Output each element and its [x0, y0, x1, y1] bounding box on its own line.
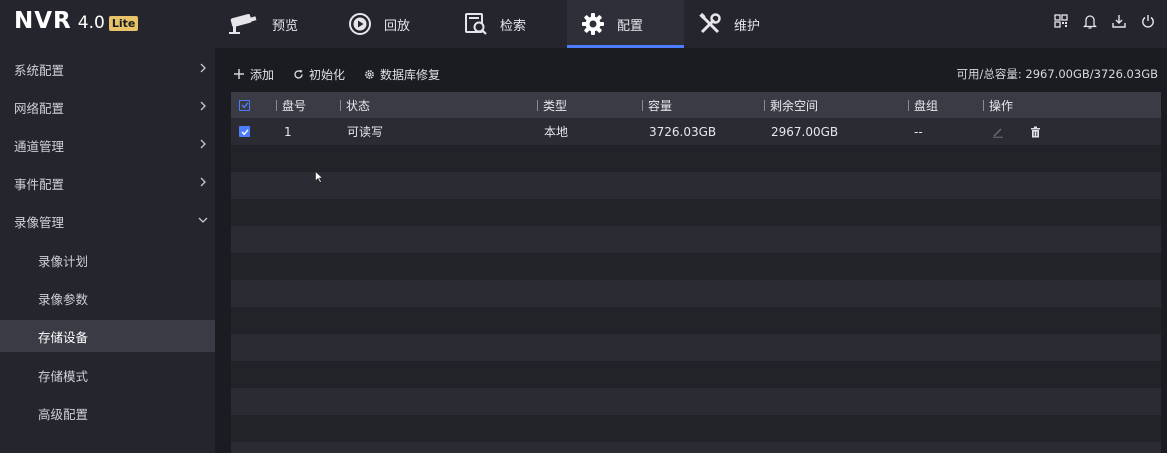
edition-badge: Lite — [108, 16, 139, 31]
table-row-empty — [231, 226, 1161, 253]
select-all-checkbox-cell — [239, 92, 250, 118]
column-header-status: 状态 — [340, 92, 370, 118]
tab-config[interactable]: 配置 — [567, 0, 684, 48]
app-version: 4.0 — [77, 13, 105, 33]
column-header-type: 类型 — [537, 92, 567, 118]
tab-playback[interactable]: 回放 — [336, 0, 452, 48]
sidebar-item-network-config[interactable]: 网络配置 — [0, 91, 215, 123]
tab-label: 检索 — [500, 18, 527, 34]
cell-group: -- — [914, 124, 923, 139]
table-row-empty — [231, 361, 1161, 388]
sidebar-item-label: 事件配置 — [14, 176, 65, 192]
table-row-empty — [231, 280, 1161, 307]
capacity-info: 可用/总容量: 2967.00GB/3726.03GB — [956, 67, 1159, 81]
cell-capacity: 3726.03GB — [649, 124, 717, 139]
select-all-checkbox[interactable] — [239, 99, 250, 111]
table-row-empty — [231, 388, 1161, 415]
tab-maintenance[interactable]: 维护 — [684, 0, 804, 48]
initialize-label: 初始化 — [309, 67, 346, 82]
column-header-free-space: 剩余空间 — [764, 92, 818, 118]
chevron-down-icon — [198, 217, 208, 223]
chevron-right-icon — [200, 101, 206, 111]
sidebar-item-label: 网络配置 — [14, 100, 65, 116]
column-header-group: 盘组 — [908, 92, 938, 118]
search-file-icon — [464, 12, 488, 36]
table-row-empty — [231, 199, 1161, 226]
tab-label: 预览 — [272, 18, 299, 34]
add-label: 添加 — [250, 67, 275, 82]
sidebar-item-recording-schedule[interactable]: 录像计划 — [0, 244, 215, 276]
table-row[interactable]: 1 可读写 本地 3726.03GB 2967.00GB -- — [231, 118, 1161, 145]
row-checkbox-cell — [239, 118, 250, 145]
plus-icon — [233, 68, 245, 80]
tab-label: 配置 — [617, 18, 644, 34]
sidebar-item-label: 录像参数 — [38, 291, 89, 307]
db-repair-label: 数据库修复 — [380, 67, 441, 82]
table-row-empty — [231, 145, 1161, 172]
sidebar-item-label: 存储模式 — [38, 368, 89, 384]
sidebar-item-advanced-config[interactable]: 高级配置 — [0, 397, 215, 429]
column-header-capacity: 容量 — [642, 92, 672, 118]
tab-search[interactable]: 检索 — [452, 0, 567, 48]
sidebar-item-label: 系统配置 — [14, 62, 65, 78]
playback-icon — [348, 12, 372, 36]
tools-icon — [698, 12, 722, 36]
cell-disk-no: 1 — [284, 124, 292, 139]
cog-icon — [363, 68, 375, 80]
sidebar-item-system-config[interactable]: 系统配置 — [0, 53, 215, 85]
table-row-empty — [231, 172, 1161, 199]
edit-icon[interactable] — [992, 118, 1004, 145]
table-row-empty — [231, 415, 1161, 442]
sidebar: 系统配置 网络配置 通道管理 事件配置 录像管理 录像计划 录像参数 存储设备 … — [0, 48, 215, 453]
sidebar-item-label: 通道管理 — [14, 138, 65, 154]
add-button[interactable]: 添加 — [233, 64, 274, 84]
sidebar-item-label: 录像计划 — [38, 253, 89, 269]
cell-status: 可读写 — [347, 125, 384, 139]
active-tab-indicator — [567, 45, 684, 48]
cell-free-space: 2967.00GB — [771, 124, 839, 139]
chevron-right-icon — [200, 177, 206, 187]
column-header-disk-no: 盘号 — [276, 92, 306, 118]
delete-icon[interactable] — [1030, 118, 1041, 145]
camera-icon — [228, 12, 260, 36]
tab-label: 回放 — [384, 18, 411, 34]
tab-preview[interactable]: 预览 — [216, 0, 336, 48]
chevron-right-icon — [200, 63, 206, 73]
refresh-icon — [292, 68, 304, 80]
storage-table: 盘号 状态 类型 容量 剩余空间 盘组 操作 1 可读写 本地 3726.03G… — [231, 92, 1161, 453]
sidebar-item-label: 高级配置 — [38, 406, 89, 422]
db-repair-button[interactable]: 数据库修复 — [363, 64, 440, 84]
table-row-empty — [231, 253, 1161, 280]
table-row-empty — [231, 334, 1161, 361]
bell-icon[interactable] — [1081, 12, 1099, 30]
sidebar-item-channel-management[interactable]: 通道管理 — [0, 129, 215, 161]
sidebar-item-storage-device[interactable]: 存储设备 — [0, 320, 215, 352]
power-icon[interactable] — [1139, 12, 1157, 30]
sidebar-item-recording-params[interactable]: 录像参数 — [0, 282, 215, 314]
sidebar-item-event-config[interactable]: 事件配置 — [0, 167, 215, 199]
initialize-button[interactable]: 初始化 — [292, 64, 345, 84]
mouse-cursor-icon — [315, 171, 323, 183]
table-row-empty — [231, 442, 1161, 453]
qr-code-icon[interactable] — [1052, 12, 1070, 30]
cell-type: 本地 — [544, 125, 569, 139]
sidebar-item-recording-management[interactable]: 录像管理 — [0, 205, 215, 237]
table-header: 盘号 状态 类型 容量 剩余空间 盘组 操作 — [231, 92, 1161, 118]
app-name: NVR — [14, 8, 72, 34]
top-bar: NVR 4.0 Lite 预览 回放 检索 配置 维护 — [0, 0, 1167, 48]
sidebar-item-label: 存储设备 — [38, 329, 89, 345]
gear-icon — [581, 12, 605, 36]
tab-label: 维护 — [734, 18, 761, 34]
row-checkbox[interactable] — [239, 126, 250, 137]
app-logo: NVR 4.0 Lite — [14, 8, 139, 34]
sidebar-item-storage-mode[interactable]: 存储模式 — [0, 359, 215, 391]
download-icon[interactable] — [1110, 12, 1128, 30]
chevron-right-icon — [200, 139, 206, 149]
sidebar-item-label: 录像管理 — [14, 214, 65, 230]
column-header-actions: 操作 — [983, 92, 1013, 118]
table-row-empty — [231, 307, 1161, 334]
